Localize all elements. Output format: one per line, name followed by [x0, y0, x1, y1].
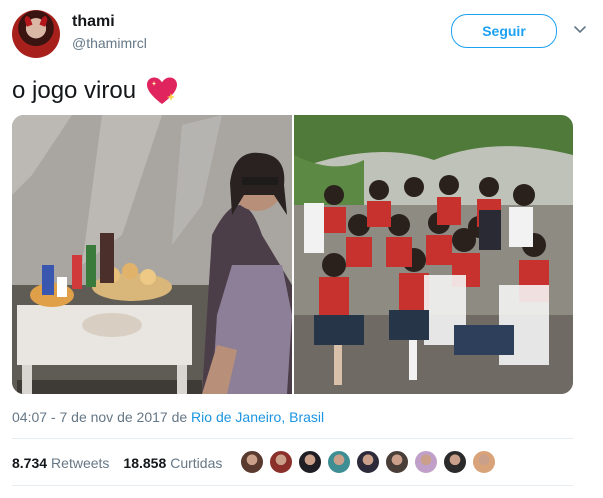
- likes-stat[interactable]: 18.858 Curtidas: [123, 455, 222, 471]
- retweets-count: 8.734: [12, 455, 48, 471]
- user-avatar[interactable]: [12, 10, 60, 58]
- tweet-media[interactable]: [12, 115, 573, 394]
- likers-avatars: [240, 450, 501, 474]
- follow-button[interactable]: Seguir: [451, 14, 557, 48]
- liker-avatar-4[interactable]: [327, 450, 351, 474]
- photo-left-image: [12, 115, 292, 394]
- likes-label: Curtidas: [170, 455, 223, 471]
- liker-avatar-8[interactable]: [443, 450, 467, 474]
- user-handle[interactable]: @thamimrcl: [72, 35, 147, 51]
- liker-avatar-7[interactable]: [414, 450, 438, 474]
- photo-right-image: [293, 115, 573, 394]
- photo-right[interactable]: [293, 115, 574, 394]
- retweets-label: Retweets: [51, 455, 110, 471]
- user-name[interactable]: thami: [72, 13, 115, 31]
- liker-avatar-6[interactable]: [385, 450, 409, 474]
- tweet-stats: 8.734 Retweets 18.858 Curtidas: [12, 455, 236, 471]
- photo-left[interactable]: [12, 115, 292, 394]
- divider-bottom: [12, 485, 573, 486]
- tweet-meta: 04:07 - 7 de nov de 2017 de Rio de Janei…: [12, 409, 324, 425]
- liker-avatar-9[interactable]: [472, 450, 496, 474]
- meta-connector: de: [167, 409, 192, 425]
- retweets-stat[interactable]: 8.734 Retweets: [12, 455, 109, 471]
- tweet-header: thami @thamimrcl Seguir: [12, 10, 591, 60]
- tweet-location-link[interactable]: Rio de Janeiro, Brasil: [191, 409, 324, 425]
- tweet-text: o jogo virou: [12, 77, 137, 104]
- devil-horn-right: [39, 15, 49, 27]
- devil-horn-left: [23, 15, 33, 27]
- liker-avatar-3[interactable]: [298, 450, 322, 474]
- divider-top: [12, 438, 573, 439]
- liker-avatar-5[interactable]: [356, 450, 380, 474]
- liker-avatar-1[interactable]: [240, 450, 264, 474]
- sparkling-heart-icon: [147, 77, 178, 104]
- liker-avatar-2[interactable]: [269, 450, 293, 474]
- chevron-down-icon[interactable]: [571, 20, 589, 38]
- likes-count: 18.858: [123, 455, 167, 471]
- tweet-text-row: o jogo virou: [12, 76, 180, 106]
- tweet-timestamp[interactable]: 04:07 - 7 de nov de 2017: [12, 409, 168, 425]
